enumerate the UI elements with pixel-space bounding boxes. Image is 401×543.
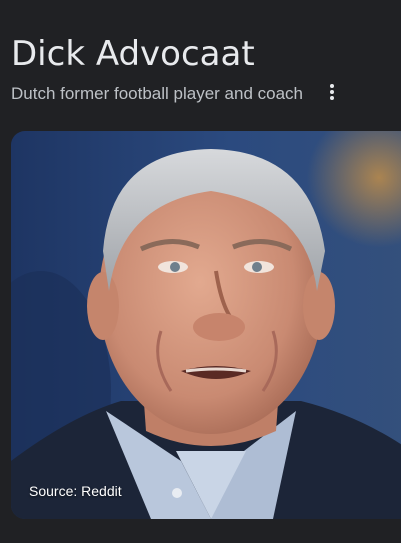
entity-photo[interactable]: Source: Reddit bbox=[11, 131, 401, 519]
image-source-caption: Source: Reddit bbox=[29, 483, 122, 499]
entity-description: Dutch former football player and coach bbox=[11, 84, 303, 103]
more-options-button[interactable] bbox=[320, 80, 344, 104]
portrait-image bbox=[11, 131, 401, 519]
entity-title: Dick Advocaat bbox=[11, 34, 255, 74]
more-vert-icon bbox=[330, 84, 334, 100]
knowledge-panel: Dick Advocaat Dutch former football play… bbox=[0, 0, 401, 543]
